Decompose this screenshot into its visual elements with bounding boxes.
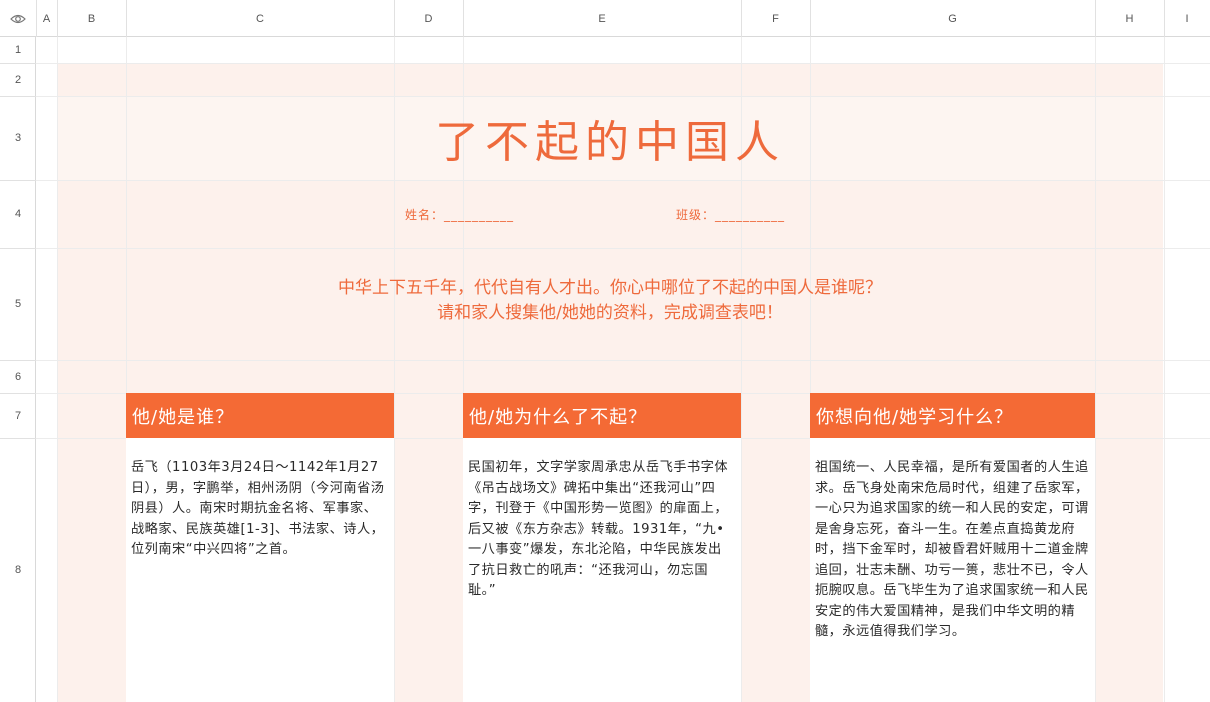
card-header-who[interactable]: 他/她是谁？ <box>126 393 394 438</box>
row-header-2[interactable]: 2 <box>0 63 36 97</box>
row-header-8[interactable]: 8 <box>0 438 36 702</box>
card-body-why[interactable]: 民国初年，文字学家周承忠从岳飞手书字体《吊古战场文》碑拓中集出“还我河山”四字，… <box>463 438 741 702</box>
column-header-b[interactable]: B <box>57 0 127 37</box>
column-header-h[interactable]: H <box>1095 0 1165 37</box>
intro-line-1: 中华上下五千年，代代自有人才出。你心中哪位了不起的中国人是谁呢？ <box>338 278 882 298</box>
column-header-i[interactable]: I <box>1164 0 1210 37</box>
class-field[interactable]: 班级：__________ <box>676 200 836 228</box>
column-header-row: A B C D E F G H I <box>0 0 1210 37</box>
card-body-learn[interactable]: 祖国统一、人民幸福，是所有爱国者的人生追求。岳飞身处南宋危局时代，组建了岳家军，… <box>810 438 1095 702</box>
row-header-3[interactable]: 3 <box>0 96 36 181</box>
grid-line <box>36 360 1210 361</box>
sheet-title[interactable]: 了不起的中国人 <box>126 96 1094 180</box>
column-header-a[interactable]: A <box>36 0 58 37</box>
grid-line <box>36 63 1210 64</box>
row-header-6[interactable]: 6 <box>0 360 36 394</box>
row-header-4[interactable]: 4 <box>0 180 36 249</box>
column-header-e[interactable]: E <box>463 0 742 37</box>
column-header-g[interactable]: G <box>810 0 1096 37</box>
grid-line <box>1095 37 1096 702</box>
row-header-7[interactable]: 7 <box>0 393 36 439</box>
column-header-d[interactable]: D <box>394 0 464 37</box>
name-field[interactable]: 姓名：__________ <box>405 200 565 228</box>
card-body-who[interactable]: 岳飞（1103年3月24日～1142年1月27日），男，字鹏举，相州汤阴（今河南… <box>126 438 394 702</box>
card-header-why[interactable]: 他/她为什么了不起？ <box>463 393 741 438</box>
card-header-learn[interactable]: 你想向他/她学习什么？ <box>810 393 1095 438</box>
intro-text[interactable]: 中华上下五千年，代代自有人才出。你心中哪位了不起的中国人是谁呢？ 请和家人搜集他… <box>126 276 1094 326</box>
grid-line <box>1164 37 1165 702</box>
row-header-5[interactable]: 5 <box>0 248 36 361</box>
grid-line <box>36 248 1210 249</box>
intro-line-2: 请和家人搜集他/她她的资料，完成调查表吧！ <box>437 303 783 323</box>
row-header-1[interactable]: 1 <box>0 37 36 64</box>
eye-icon[interactable] <box>10 13 26 25</box>
grid-line <box>57 37 58 702</box>
select-all-corner[interactable] <box>0 0 37 37</box>
row-header-column: 1 2 3 4 5 6 7 8 <box>0 37 36 702</box>
column-header-c[interactable]: C <box>126 0 395 37</box>
column-header-f[interactable]: F <box>741 0 811 37</box>
grid-line <box>36 180 1210 181</box>
